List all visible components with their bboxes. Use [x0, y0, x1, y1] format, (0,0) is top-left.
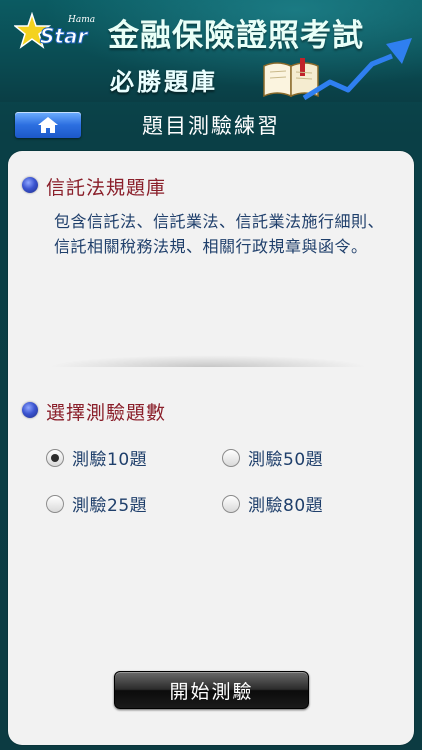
radio-label: 測驗50題 — [248, 450, 324, 470]
logo-small-text: Hama — [67, 15, 95, 25]
radio-option-25[interactable]: 測驗25題 — [46, 491, 147, 516]
radio-label: 測驗25題 — [72, 496, 148, 516]
radio-button[interactable] — [46, 494, 64, 513]
radio-option-80[interactable]: 測驗80題 — [222, 491, 323, 516]
radio-option-50[interactable]: 測驗50題 — [222, 445, 323, 470]
logo-text: Star — [40, 24, 88, 48]
radio-label: 測驗10題 — [72, 450, 148, 470]
radio-label: 測驗80題 — [248, 496, 324, 516]
bullet-icon — [22, 402, 38, 418]
trend-arrow-icon — [302, 38, 412, 101]
bank-description: 包含信託法、信託業法、信託業法施行細則、信託相關稅務法規、相關行政規章與函令。 — [54, 212, 385, 256]
radio-button[interactable] — [222, 448, 240, 467]
star-logo: Star Hama — [14, 12, 95, 49]
radio-button[interactable] — [222, 494, 240, 513]
section-divider — [48, 355, 368, 367]
quiz-count-title: 選擇測驗題數 — [46, 402, 167, 424]
bank-title: 信託法規題庫 — [46, 177, 167, 199]
app-subtitle: 必勝題庫 — [110, 68, 218, 96]
start-quiz-button[interactable]: 開始測驗 — [114, 671, 309, 709]
content-card: 信託法規題庫 包含信託法、信託業法、信託業法施行細則、信託相關稅務法規、相關行政… — [8, 151, 414, 745]
bullet-icon — [22, 177, 38, 193]
radio-button[interactable] — [46, 448, 64, 467]
radio-option-10[interactable]: 測驗10題 — [46, 445, 147, 470]
app-header: Star Hama 金融保險證照考試 必勝題庫 — [0, 0, 422, 102]
page-title: 題目測驗練習 — [142, 114, 280, 138]
